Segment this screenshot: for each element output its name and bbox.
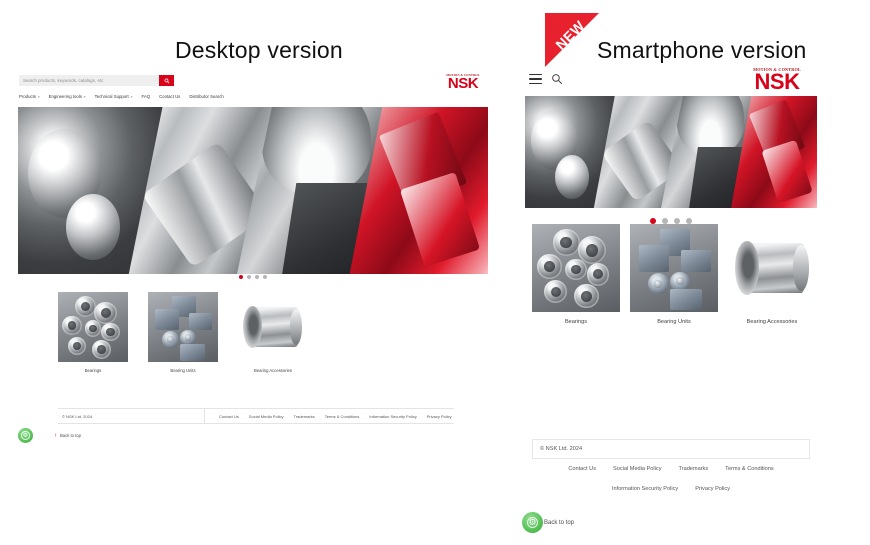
product-card-bearing-accessories[interactable]: Bearing Accessories [238,292,308,373]
footer-link-contact-us[interactable]: Contact Us [219,414,239,419]
product-card-label: Bearing Accessories [746,319,798,325]
nav-item-label: Engineering tools [48,94,82,99]
footer-link-trademarks[interactable]: Trademarks [679,466,709,472]
phone-bottom-bar: ⚙ Back to top [522,512,574,533]
product-thumbnail-bearing-units [630,224,718,312]
desktop-version-caption: Desktop version [175,37,343,63]
search-icon [164,78,169,83]
hero-carousel-desktop[interactable] [18,107,488,274]
product-thumbnail-bearings [58,292,128,362]
product-thumbnail-bearing-accessories [238,292,308,362]
nav-item-distributor-search[interactable]: Distributor Search [189,94,223,99]
back-to-top-button[interactable]: ↑ Back to top [54,433,81,439]
carousel-dot-2[interactable] [247,275,251,279]
footer-link-row-1: Contact Us Social Media Policy Trademark… [532,466,810,472]
phone-footer-link-list: Contact Us Social Media Policy Trademark… [532,466,810,506]
hero-carousel-phone[interactable] [525,96,817,208]
product-card-label: Bearing Accessories [254,368,292,373]
product-card-label: Bearings [84,368,102,373]
phone-header: MOTION & CONTROL NSK [525,67,817,96]
smartphone-version-caption: Smartphone version [597,37,807,63]
nsk-logo-phone[interactable]: MOTION & CONTROL NSK [741,67,813,95]
nav-item-contact-us[interactable]: Contact Us [159,94,180,99]
back-to-top-label: Back to top [60,433,81,438]
screenshot-stage: Desktop version NEW Smartphone version S… [0,0,870,545]
smartphone-mockup: MOTION & CONTROL NSK Bearings Bearing Un… [522,67,817,538]
nsk-wordmark: NSK [447,75,479,92]
nav-item-label: Distributor Search [189,94,224,99]
desktop-mockup: Search products, keywords, catalogs, etc… [18,70,488,445]
footer-link-terms-conditions[interactable]: Terms & Conditions [325,414,360,419]
accessibility-badge-icon[interactable]: ⚙ [18,428,33,443]
product-card-bearing-units[interactable]: Bearing Units [630,224,718,325]
product-card-bearing-accessories[interactable]: Bearing Accessories [728,224,816,325]
footer-link-contact-us[interactable]: Contact Us [568,466,596,472]
desktop-nav: Products ▾ Engineering tools ▾ Technical… [19,94,224,99]
footer-link-social-media-policy[interactable]: Social Media Policy [249,414,284,419]
desktop-header: Search products, keywords, catalogs, etc… [18,70,488,107]
footer-link-social-media-policy[interactable]: Social Media Policy [613,466,662,472]
hamburger-menu-icon[interactable] [529,73,542,85]
footer-link-privacy-policy[interactable]: Privacy Policy [695,486,730,492]
nav-item-label: Technical Support [94,94,129,99]
arrow-up-icon: ↑ [54,432,57,439]
nav-item-products[interactable]: Products ▾ [19,94,40,99]
phone-header-icons [529,73,563,85]
nav-item-label: Contact Us [159,94,181,99]
carousel-dots-desktop [18,275,488,279]
accessibility-badge-icon[interactable]: ⚙ [522,512,543,533]
phone-copyright-box: © NSK Ltd. 2024 [532,439,810,459]
chevron-down-icon: ▾ [37,94,40,99]
carousel-dot-1[interactable] [239,275,243,279]
product-card-list-phone: Bearings Bearing Units Bearing Accessori… [532,224,816,325]
footer-link-privacy-policy[interactable]: Privacy Policy [427,414,452,419]
product-card-bearings[interactable]: Bearings [532,224,620,325]
product-thumbnail-bearing-units [148,292,218,362]
footer-link-information-security-policy[interactable]: Information Security Policy [369,414,416,419]
nsk-logo-desktop[interactable]: MOTION & CONTROL NSK [439,74,487,92]
footer-link-row-2: Information Security Policy Privacy Poli… [532,486,810,492]
search-button[interactable] [159,75,174,86]
chevron-down-icon: ▾ [83,94,86,99]
product-card-bearing-units[interactable]: Bearing Units [148,292,218,373]
product-card-label: Bearing Units [657,319,691,325]
nav-item-technical-support[interactable]: Technical Support ▾ [95,94,133,99]
nav-item-faq[interactable]: FAQ [141,94,150,99]
product-thumbnail-bearings [532,224,620,312]
copyright-text: © NSK Ltd. 2024 [540,446,583,452]
search-input-placeholder: Search products, keywords, catalogs, etc… [23,78,105,83]
carousel-dot-3[interactable] [255,275,259,279]
nav-item-label: FAQ [141,94,151,99]
nav-item-label: Products [19,94,36,99]
product-card-list-desktop: Bearings Bearing Units Bearing Accessori… [58,292,308,373]
chevron-down-icon: ▾ [130,94,133,99]
product-thumbnail-bearing-accessories [728,224,816,312]
footer-link-list: Contact Us Social Media Policy Trademark… [205,414,452,419]
search-input[interactable]: Search products, keywords, catalogs, etc… [19,75,159,86]
carousel-dot-4[interactable] [263,275,267,279]
nsk-wordmark: NSK [754,69,800,95]
desktop-bottom-bar: ⚙ ↑ Back to top [18,428,81,443]
footer-link-terms-conditions[interactable]: Terms & Conditions [725,466,774,472]
copyright-text: © NSK Ltd. 2024 [62,413,93,419]
desktop-footer: © NSK Ltd. 2024 Contact Us Social Media … [58,408,454,424]
back-to-top-label[interactable]: Back to top [544,520,574,526]
product-card-label: Bearing Units [170,368,196,373]
search-icon[interactable] [551,73,563,85]
footer-link-trademarks[interactable]: Trademarks [293,414,314,419]
nav-item-engineering-tools[interactable]: Engineering tools ▾ [49,94,86,99]
footer-link-information-security-policy[interactable]: Information Security Policy [612,486,678,492]
new-badge: NEW [545,13,599,67]
product-card-bearings[interactable]: Bearings [58,292,128,373]
product-card-label: Bearings [564,319,588,325]
